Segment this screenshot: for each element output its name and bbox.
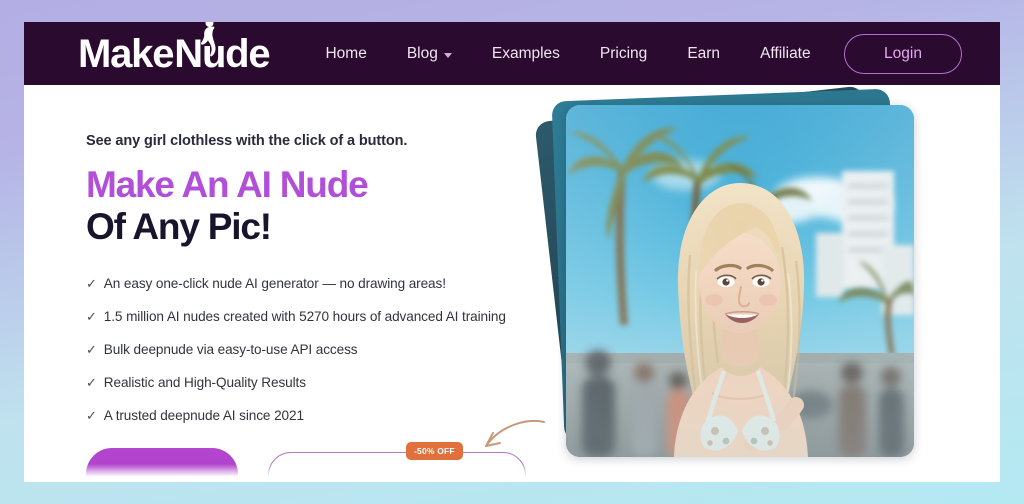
hero-eyebrow: See any girl clothless with the click of… <box>86 133 408 149</box>
feature-text: Realistic and High-Quality Results <box>103 375 306 391</box>
check-icon: ✓ <box>86 408 97 424</box>
cta-row: -50% OFF <box>86 420 545 482</box>
nav-link-examples[interactable]: Examples <box>472 39 580 69</box>
logo-text-nude: Nude <box>174 31 270 76</box>
logo-text-make: Make <box>78 31 174 76</box>
feature-list: ✓ An easy one-click nude AI generator — … <box>86 276 544 424</box>
chevron-down-icon <box>443 53 452 58</box>
list-item: ✓ Bulk deepnude via easy-to-use API acce… <box>86 342 544 358</box>
beach-portrait-illustration <box>566 105 914 457</box>
nav-link-blog[interactable]: Blog <box>387 39 472 69</box>
secondary-cta-button[interactable] <box>268 452 526 482</box>
primary-cta-button[interactable] <box>86 448 238 482</box>
nav-link-pricing-label: Pricing <box>599 44 648 62</box>
feature-text: Bulk deepnude via easy-to-use API access <box>103 342 358 358</box>
hero-image-column <box>534 85 1000 482</box>
check-icon: ✓ <box>86 275 97 291</box>
nav-link-earn-label: Earn <box>687 44 721 62</box>
page-title: Make An AI Nude Of Any Pic! <box>86 165 544 247</box>
feature-text: 1.5 million AI nudes created with 5270 h… <box>103 309 506 324</box>
site-logo[interactable]: Make Nude <box>78 22 271 76</box>
feature-text: An easy one-click nude AI generator — no… <box>103 275 446 291</box>
nav-link-affiliate[interactable]: Affiliate <box>740 39 831 69</box>
nav-link-affiliate-label: Affiliate <box>760 44 811 62</box>
nav-link-home[interactable]: Home <box>305 39 386 69</box>
list-item: ✓ A trusted deepnude AI since 2021 <box>86 408 544 424</box>
check-icon: ✓ <box>86 375 97 391</box>
headline-line-2: Of Any Pic! <box>86 205 272 247</box>
check-icon: ✓ <box>86 309 97 324</box>
nav-link-blog-label: Blog <box>406 44 438 62</box>
top-navigation-bar: Make Nude Home Blog Examples Pricing Ear… <box>24 22 1000 85</box>
page-canvas: Make Nude Home Blog Examples Pricing Ear… <box>24 22 1000 482</box>
hero-section: See any girl clothless with the click of… <box>24 85 1000 482</box>
nav-links-group: Home Blog Examples Pricing Earn Affiliat… <box>305 39 830 69</box>
nav-link-examples-label: Examples <box>491 44 560 62</box>
list-item: ✓ An easy one-click nude AI generator — … <box>86 276 544 292</box>
nav-link-home-label: Home <box>325 44 367 62</box>
list-item: ✓ 1.5 million AI nudes created with 5270… <box>86 309 544 325</box>
hero-text-column: See any girl clothless with the click of… <box>24 85 545 482</box>
check-icon: ✓ <box>86 342 97 358</box>
nav-link-pricing[interactable]: Pricing <box>580 39 667 69</box>
list-item: ✓ Realistic and High-Quality Results <box>86 375 544 391</box>
discount-badge: -50% OFF <box>406 442 463 460</box>
login-button[interactable]: Login <box>844 33 962 74</box>
headline-line-1: Make An AI Nude <box>86 164 369 205</box>
feature-text: A trusted deepnude AI since 2021 <box>103 408 304 424</box>
decorative-frame: Make Nude Home Blog Examples Pricing Ear… <box>0 0 1024 504</box>
nav-link-earn[interactable]: Earn <box>667 39 740 69</box>
hero-photo <box>566 105 914 457</box>
